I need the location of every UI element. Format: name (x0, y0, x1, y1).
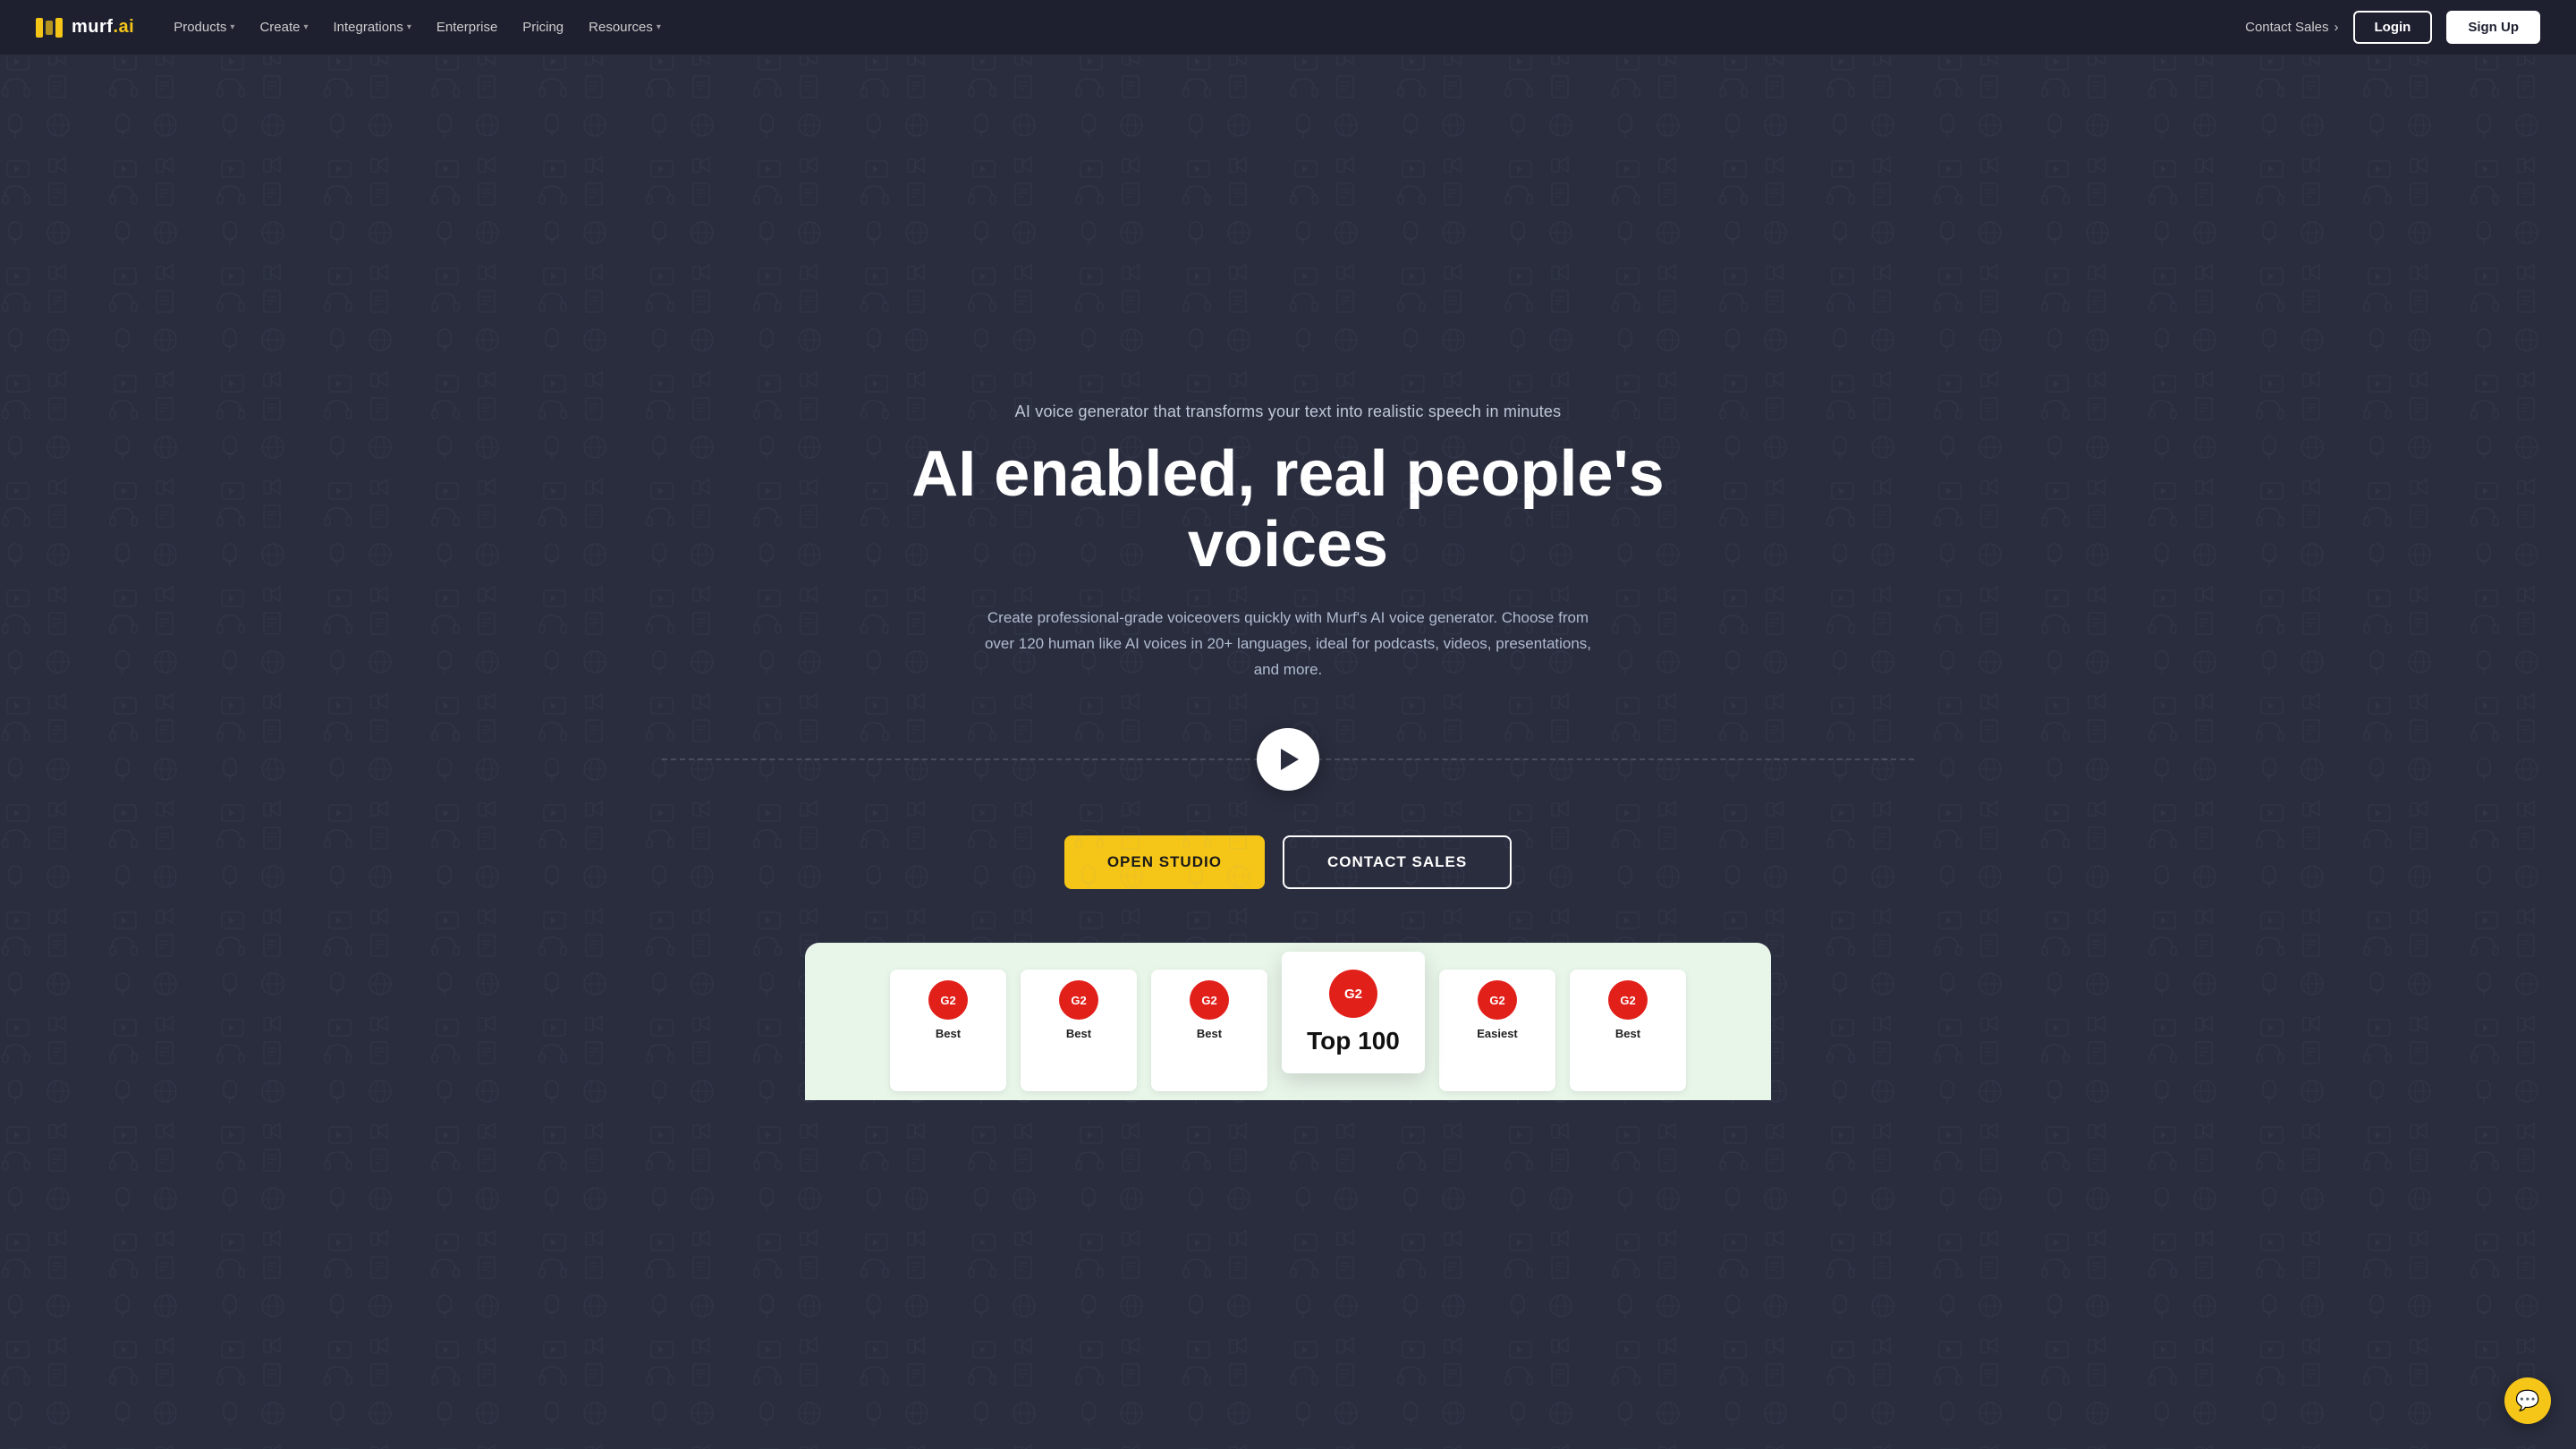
chevron-down-icon: ▾ (230, 22, 234, 32)
logo[interactable]: murf.ai (36, 17, 134, 38)
chevron-down-icon: ▾ (407, 22, 411, 32)
award-card-5: G2 Easiest (1439, 970, 1555, 1091)
hero-section: AI voice generator that transforms your … (0, 0, 2576, 1449)
nav-links: Products ▾ Create ▾ Integrations ▾ Enter… (163, 13, 672, 42)
contact-sales-label: Contact Sales (2245, 20, 2328, 35)
nav-item-pricing[interactable]: Pricing (512, 13, 574, 42)
award-card-2: G2 Best (1021, 970, 1137, 1091)
login-button[interactable]: Login (2353, 11, 2433, 44)
chat-widget[interactable]: 💬 (2504, 1377, 2551, 1424)
navbar-right: Contact Sales › Login Sign Up (2245, 11, 2540, 44)
award-title-1: Best (936, 1027, 961, 1040)
play-icon (1281, 749, 1299, 770)
contact-sales-nav-link[interactable]: Contact Sales › (2245, 20, 2338, 35)
g2-badge-5: G2 (1478, 980, 1517, 1020)
hero-subtitle: AI voice generator that transforms your … (1015, 402, 1562, 421)
logo-bar-1 (36, 18, 43, 38)
open-studio-button[interactable]: OPEN STUDIO (1064, 835, 1265, 889)
nav-label-pricing: Pricing (522, 20, 564, 35)
play-section (662, 728, 1914, 791)
award-title-5: Easiest (1477, 1027, 1518, 1040)
nav-item-integrations[interactable]: Integrations ▾ (323, 13, 422, 42)
logo-bar-2 (46, 21, 53, 35)
navbar: murf.ai Products ▾ Create ▾ Integrations… (0, 0, 2576, 55)
nav-label-integrations: Integrations (334, 20, 403, 35)
logo-suffix: .ai (113, 17, 134, 37)
award-title-6: Best (1615, 1027, 1640, 1040)
nav-item-products[interactable]: Products ▾ (163, 13, 245, 42)
chat-icon: 💬 (2515, 1389, 2539, 1412)
nav-label-enterprise: Enterprise (436, 20, 497, 35)
logo-text: murf.ai (72, 17, 134, 38)
nav-label-create: Create (259, 20, 300, 35)
g2-badge-featured: G2 (1329, 970, 1377, 1018)
g2-badge-2: G2 (1059, 980, 1098, 1020)
logo-icon (36, 18, 63, 38)
nav-item-resources[interactable]: Resources ▾ (578, 13, 672, 42)
award-title-3: Best (1197, 1027, 1222, 1040)
award-title-featured: Top 100 (1307, 1027, 1400, 1055)
awards-section: G2 Best G2 Best G2 Best G2 Top 100 G2 Ea… (805, 943, 1771, 1100)
cta-buttons: OPEN STUDIO CONTACT SALES (1064, 835, 1512, 889)
hero-description: Create professional-grade voiceovers qui… (984, 606, 1592, 683)
background-pattern (0, 0, 2576, 1449)
contact-sales-button[interactable]: CONTACT SALES (1283, 835, 1512, 889)
nav-label-products: Products (174, 20, 226, 35)
arrow-right-icon: › (2334, 20, 2339, 35)
award-card-1: G2 Best (890, 970, 1006, 1091)
hero-title: AI enabled, real people's voices (886, 439, 1690, 580)
nav-item-create[interactable]: Create ▾ (249, 13, 318, 42)
play-button[interactable] (1257, 728, 1319, 791)
award-card-6: G2 Best (1570, 970, 1686, 1091)
nav-item-enterprise[interactable]: Enterprise (426, 13, 508, 42)
award-card-3: G2 Best (1151, 970, 1267, 1091)
navbar-left: murf.ai Products ▾ Create ▾ Integrations… (36, 13, 672, 42)
chevron-down-icon: ▾ (303, 22, 308, 32)
logo-bar-3 (55, 18, 63, 38)
signup-button[interactable]: Sign Up (2446, 11, 2540, 44)
chevron-down-icon: ▾ (657, 22, 661, 32)
nav-label-resources: Resources (589, 20, 653, 35)
g2-badge-1: G2 (928, 980, 968, 1020)
g2-badge-6: G2 (1608, 980, 1648, 1020)
award-title-2: Best (1066, 1027, 1091, 1040)
g2-badge-3: G2 (1190, 980, 1229, 1020)
award-card-featured: G2 Top 100 (1282, 952, 1425, 1073)
